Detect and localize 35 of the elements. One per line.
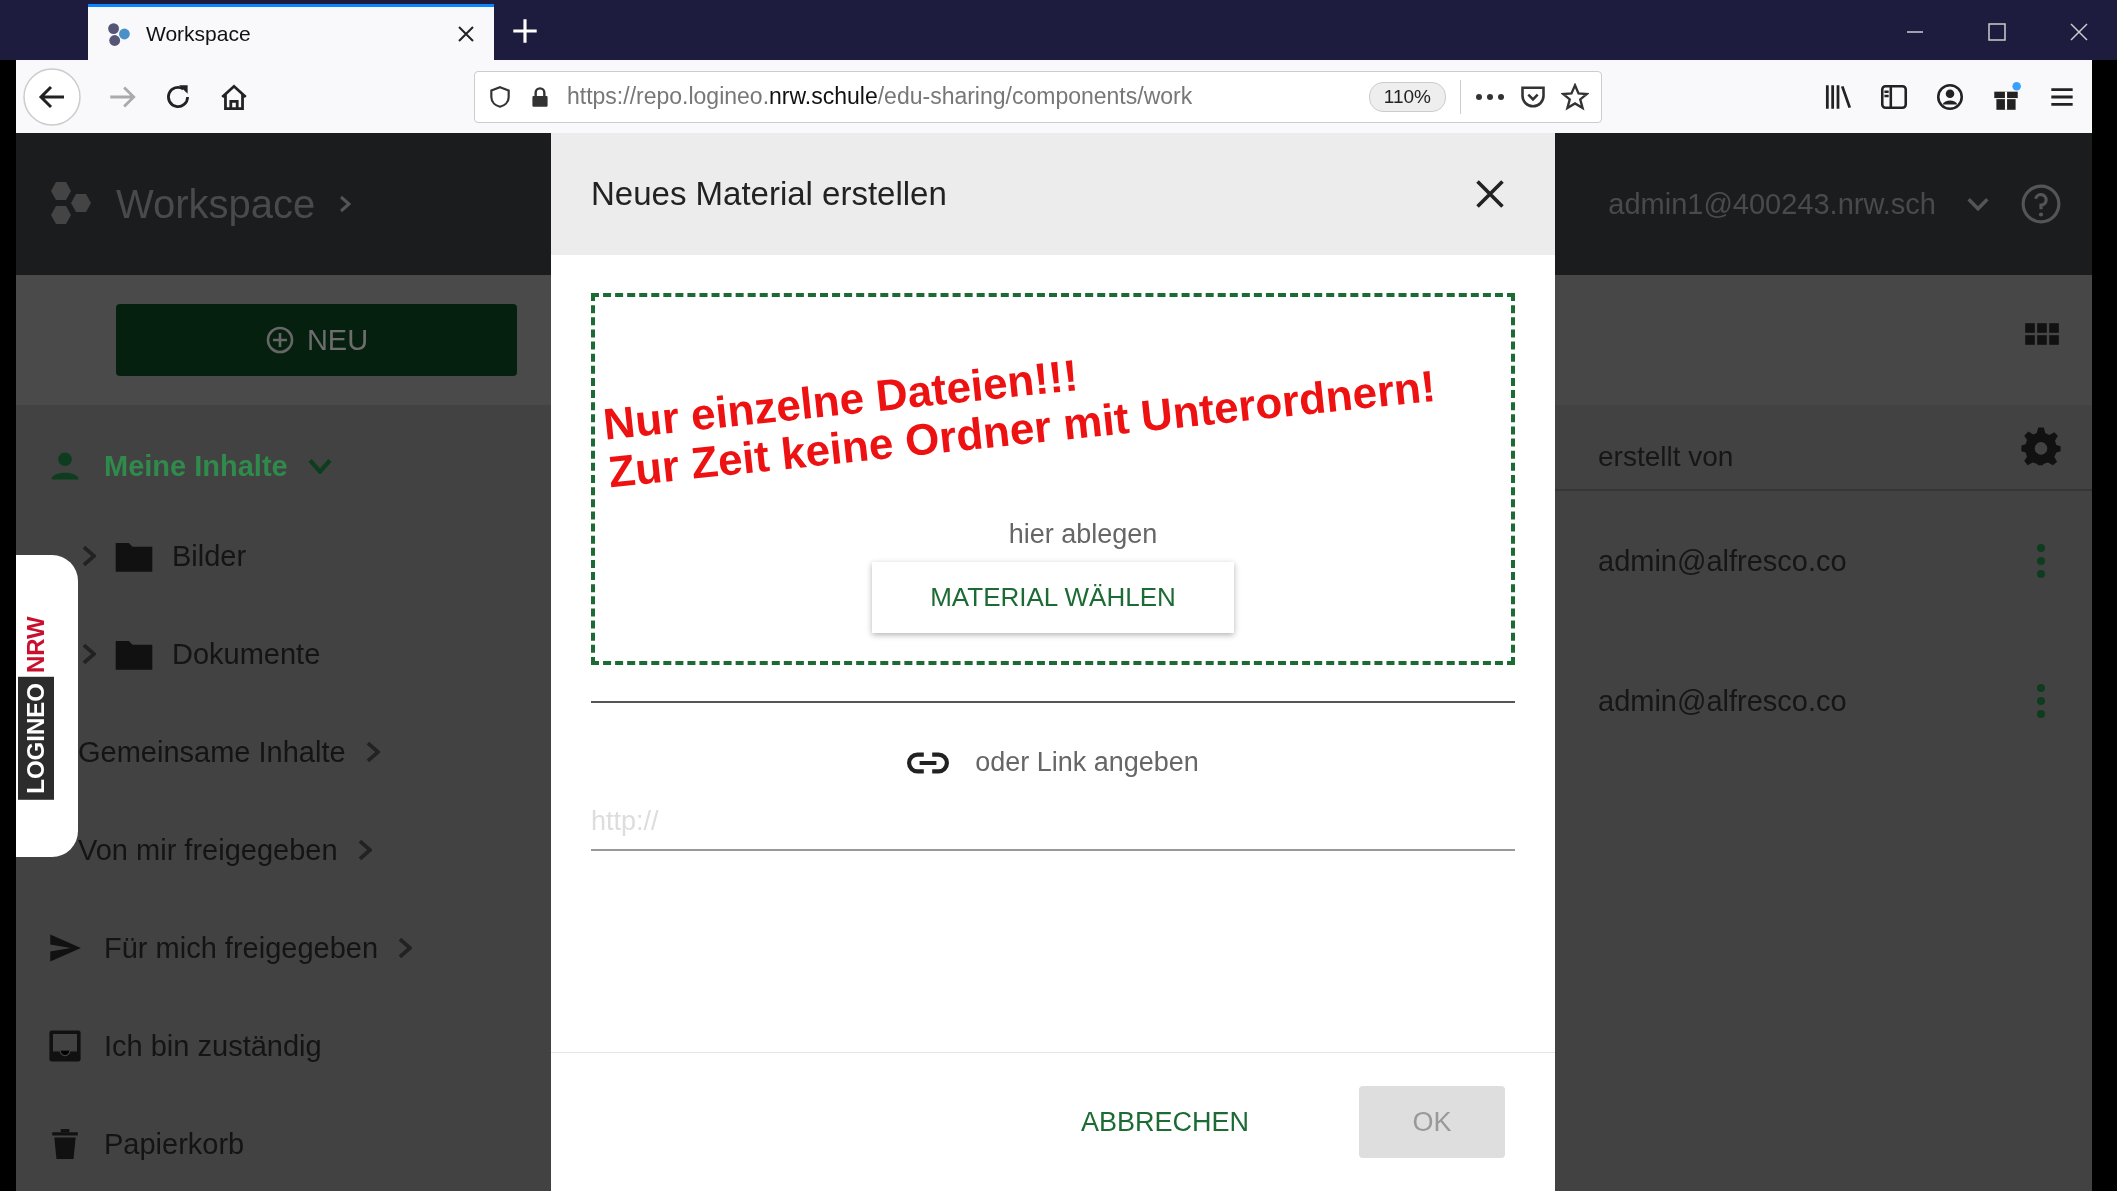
shield-icon bbox=[487, 83, 513, 110]
plus-circle-icon bbox=[264, 325, 295, 355]
back-icon[interactable] bbox=[22, 66, 82, 127]
annotation-text: Nur einzelne Dateien!!! Zur Zeit keine Ordner mit Unterordnern! bbox=[601, 349, 1438, 498]
choose-material-button[interactable]: MATERIAL WÄHLEN bbox=[872, 562, 1234, 633]
link-label: oder Link angeben bbox=[975, 747, 1199, 778]
more-icon[interactable] bbox=[1475, 91, 1505, 102]
chevron-right-icon bbox=[357, 839, 372, 861]
inbox-icon bbox=[47, 1028, 83, 1064]
drop-hint: hier ablegen bbox=[1008, 519, 1158, 550]
chevron-right-icon bbox=[82, 643, 96, 665]
url-text: https://repo.logineo.nrw.schule/edu-sharing/components/work bbox=[567, 83, 1194, 110]
drop-zone[interactable]: Nur einzelne Dateien!!! Zur Zeit keine Ordner mit Unterordnern! hier ablegen MATERIAL WÄHLEN bbox=[591, 293, 1515, 665]
cancel-button[interactable]: ABBRECHEN bbox=[1074, 1105, 1255, 1139]
chevron-down-icon bbox=[307, 458, 332, 474]
sidebar-item[interactable]: Meine Inhalte bbox=[16, 425, 551, 507]
zoom-level[interactable]: 110% bbox=[1368, 81, 1446, 112]
logo-tab[interactable]: LOGINEO NRW bbox=[16, 555, 78, 857]
maximize-icon[interactable] bbox=[1987, 22, 2007, 42]
chevron-right-icon bbox=[398, 937, 413, 959]
address-bar[interactable]: https://repo.logineo.nrw.schule/edu-sharing/components/work 110% bbox=[474, 70, 1602, 123]
close-icon[interactable] bbox=[456, 23, 476, 44]
new-tab-icon[interactable] bbox=[512, 18, 538, 44]
chevron-right-icon bbox=[365, 741, 380, 763]
person-icon bbox=[48, 449, 82, 483]
close-icon[interactable] bbox=[2069, 22, 2089, 42]
logo-word: LOGINEO bbox=[18, 677, 54, 800]
trash-icon bbox=[49, 1126, 81, 1162]
tab-title: Workspace bbox=[146, 21, 252, 46]
browser-tab[interactable]: Workspace bbox=[88, 4, 494, 60]
dialog-title: Neues Material erstellen bbox=[591, 175, 947, 213]
star-icon[interactable] bbox=[1561, 82, 1589, 111]
logo-suffix: NRW bbox=[21, 615, 50, 676]
chevron-right-icon bbox=[82, 545, 96, 567]
new-button[interactable]: NEU bbox=[116, 304, 517, 376]
